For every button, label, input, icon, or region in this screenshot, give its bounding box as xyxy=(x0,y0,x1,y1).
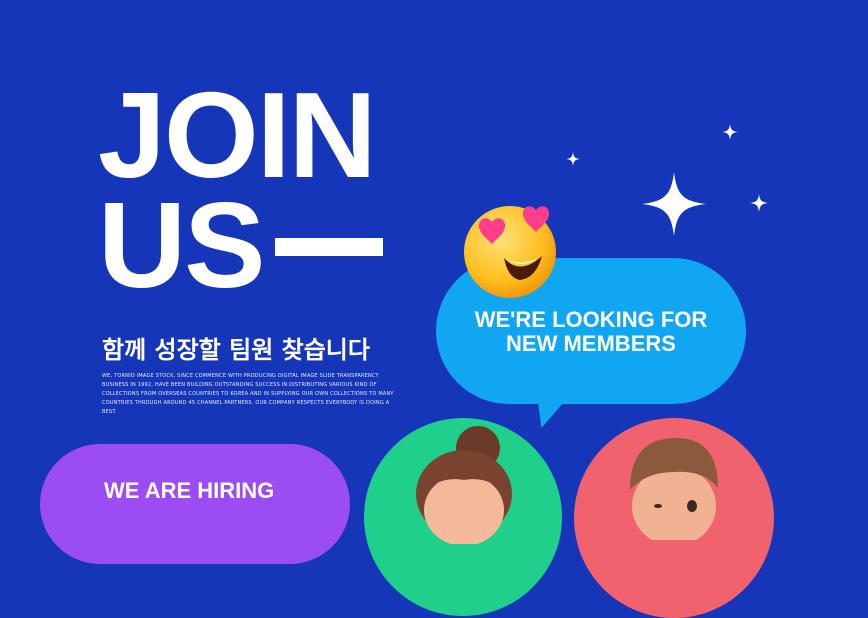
headline-dash xyxy=(275,237,384,256)
body-copy: WE, TORNIO IMAGE STOCK, SINCE COMMENCE W… xyxy=(102,373,394,415)
headline-line-2-text: US xyxy=(98,177,265,313)
speech-bubble-line-1: WE'RE LOOKING FOR xyxy=(474,307,708,332)
headline-line-1: JOIN xyxy=(98,67,377,203)
avatar-circle-pink xyxy=(574,418,774,618)
headline-line-2: US xyxy=(98,184,384,306)
hiring-bubble: WE ARE HIRING xyxy=(40,444,350,564)
subtitle: 함께 성장할 팀원 찾습니다 xyxy=(102,336,370,364)
hiring-bubble-text: WE ARE HIRING xyxy=(104,478,275,503)
sparkle-icon xyxy=(750,194,768,212)
avatar-circle-green xyxy=(364,418,562,616)
man-avatar xyxy=(630,438,718,540)
speech-bubble-line-2: NEW MEMBERS xyxy=(506,331,676,356)
woman-avatar xyxy=(416,426,512,544)
speech-bubble-text: WE'RE LOOKING FOR NEW MEMBERS xyxy=(436,308,746,356)
heart-eyes-emoji-icon xyxy=(464,206,556,298)
headline: JOIN US xyxy=(98,67,384,306)
sparkle-icon xyxy=(642,172,706,236)
sparkle-icon xyxy=(722,124,738,140)
sparkle-icon xyxy=(566,152,580,166)
